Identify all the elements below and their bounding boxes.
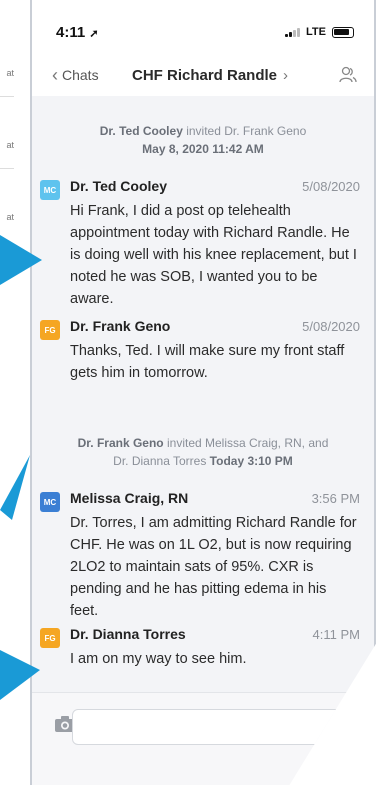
message: MC Dr. Ted Cooley 5/08/2020 Hi Frank, I … <box>40 178 360 307</box>
message-time: 5/08/2020 <box>302 319 360 334</box>
message-pointer-arrow <box>0 455 30 520</box>
back-label: Chats <box>62 67 99 83</box>
divider <box>0 168 14 169</box>
system-message: Dr. Ted Cooley invited Dr. Frank Geno Ma… <box>32 122 374 158</box>
battery-icon <box>332 26 354 38</box>
message-pointer-arrow <box>0 235 42 285</box>
status-bar: 4:11 ➚ LTE <box>56 22 354 42</box>
chevron-left-icon: ‹ <box>52 64 58 85</box>
user-group-icon[interactable] <box>338 65 358 85</box>
message-sender[interactable]: Dr. Ted Cooley <box>70 178 167 194</box>
message-sender[interactable]: Dr. Dianna Torres <box>70 626 186 642</box>
chevron-right-icon: › <box>283 66 289 84</box>
system-text: invited Melissa Craig, RN, and <box>163 436 329 450</box>
message-sender[interactable]: Dr. Frank Geno <box>70 318 170 334</box>
message-text: Thanks, Ted. I will make sure my front s… <box>70 343 345 381</box>
status-indicators: LTE <box>285 26 354 38</box>
signal-icon <box>285 27 301 37</box>
message: FG Dr. Frank Geno 5/08/2020 Thanks, Ted.… <box>40 318 360 381</box>
system-message: Dr. Frank Geno invited Melissa Craig, RN… <box>32 434 374 470</box>
network-label: LTE <box>306 26 326 38</box>
system-text-line2: Dr. Dianna Torres <box>113 454 210 468</box>
message-time: 5/08/2020 <box>302 179 360 194</box>
page-title: CHF Richard Randle <box>132 66 278 84</box>
avatar[interactable]: MC <box>40 180 60 200</box>
system-date: May 8, 2020 11:42 AM <box>142 142 264 156</box>
message-input[interactable] <box>72 709 342 745</box>
avatar[interactable]: FG <box>40 320 60 340</box>
message-text: I am on my way to see him. <box>70 651 247 667</box>
chat-area[interactable]: Dr. Ted Cooley invited Dr. Frank Geno Ma… <box>32 96 374 692</box>
status-time-text: 4:11 <box>56 23 86 41</box>
nav-bar: ‹ Chats CHF Richard Randle › <box>32 58 374 92</box>
back-button[interactable]: ‹ Chats <box>52 65 99 86</box>
message-sender[interactable]: Melissa Craig, RN <box>70 490 188 506</box>
system-date: Today 3:10 PM <box>209 454 293 468</box>
message-time: 3:56 PM <box>311 491 360 506</box>
chat-title-button[interactable]: CHF Richard Randle › <box>132 67 288 84</box>
system-actor: Dr. Ted Cooley <box>99 124 183 138</box>
message-text: Hi Frank, I did a post op telehealth app… <box>70 203 357 307</box>
message: MC Melissa Craig, RN 3:56 PM Dr. Torres,… <box>40 490 360 630</box>
phone-screen: 4:11 ➚ LTE ‹ Chats CHF Richard Randle › <box>30 0 376 785</box>
message: FG Dr. Dianna Torres 4:11 PM I am on my … <box>40 626 360 676</box>
message-pointer-arrow <box>0 650 40 700</box>
message-text: Dr. Torres, I am admitting Richard Randl… <box>70 515 357 619</box>
background-row-text: at <box>6 140 14 150</box>
system-actor: Dr. Frank Geno <box>77 436 164 450</box>
system-text: invited Dr. Frank Geno <box>182 124 307 138</box>
divider <box>0 96 14 97</box>
message-time: 4:11 PM <box>312 627 360 642</box>
location-arrow-icon: ➚ <box>89 27 99 40</box>
status-time: 4:11 ➚ <box>56 24 99 41</box>
background-row-text: at <box>6 68 14 78</box>
compose-bar <box>32 692 374 785</box>
